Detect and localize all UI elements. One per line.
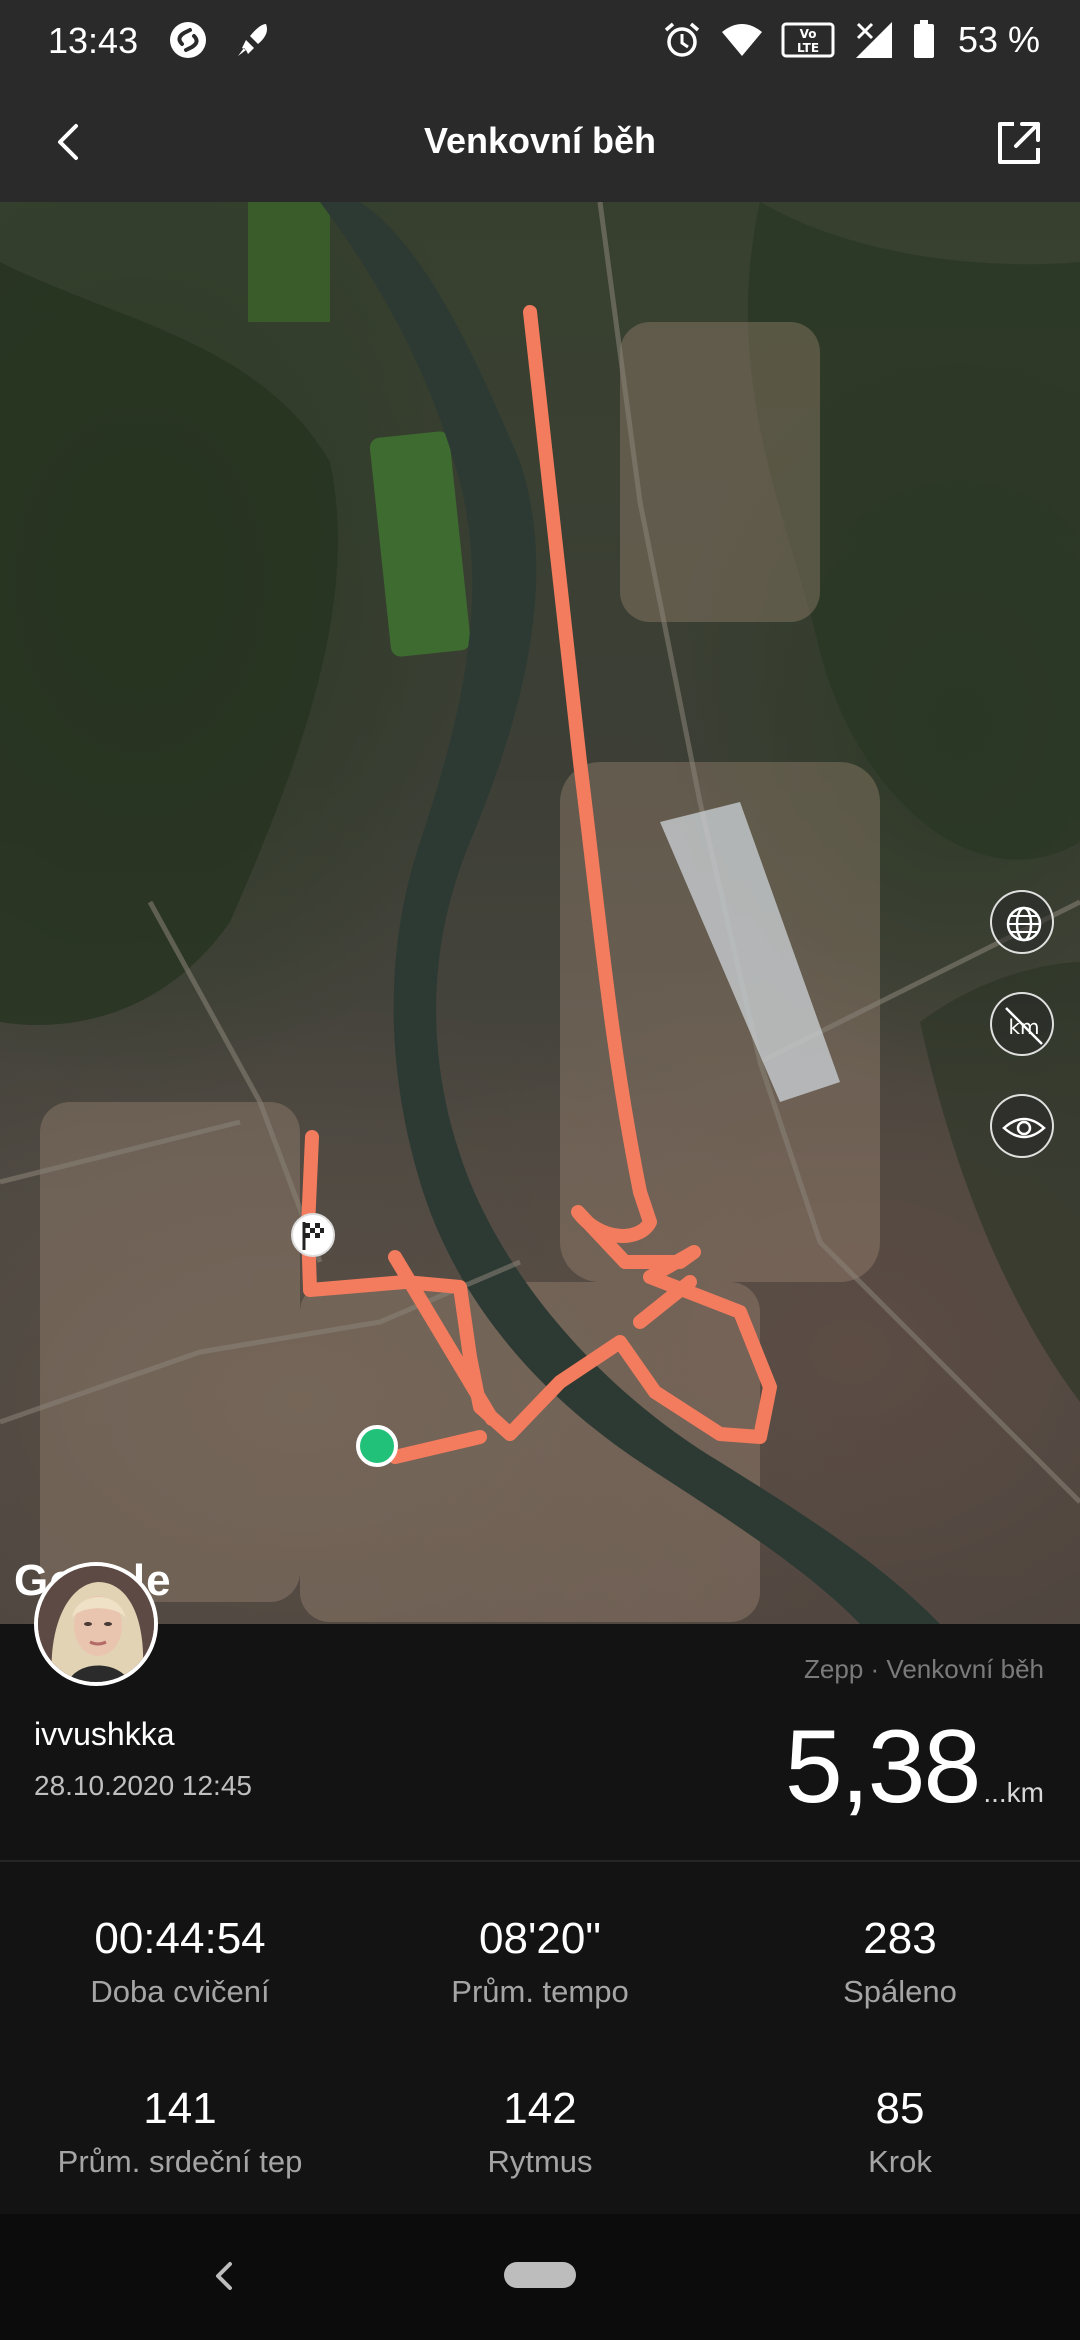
- distance-value: 5,38: [784, 1709, 981, 1825]
- stat-calories: 283 Spáleno: [720, 1914, 1080, 2010]
- stat-value: 85: [875, 2084, 925, 2133]
- rocket-icon: [238, 24, 267, 56]
- stat-avg-heart-rate: 141 Prům. srdeční tep: [0, 2084, 360, 2180]
- volte-icon: Vo LTE: [781, 22, 835, 58]
- svg-text:Vo: Vo: [800, 27, 817, 41]
- distance-unit: ...km: [983, 1777, 1044, 1808]
- share-external-icon[interactable]: [990, 116, 1046, 172]
- system-nav-bar: [0, 2214, 1080, 2340]
- map-imagery: [0, 202, 1080, 1624]
- km-off-icon: km: [1005, 1007, 1043, 1045]
- map-layer-button[interactable]: [990, 890, 1054, 954]
- status-time: 13:43: [48, 20, 139, 61]
- globe-icon: [1006, 906, 1042, 942]
- stat-label: Spáleno: [843, 1974, 957, 2009]
- wifi-icon: [721, 24, 762, 56]
- stat-value: 141: [143, 2084, 217, 2133]
- stat-duration: 00:44:54 Doba cvičení: [0, 1914, 360, 2010]
- page-title: Venkovní běh: [423, 120, 657, 161]
- svg-text:LTE: LTE: [797, 41, 819, 55]
- stat-label: Prům. tempo: [451, 1974, 629, 2009]
- battery-icon: [913, 20, 934, 58]
- stat-label: Rytmus: [487, 2144, 593, 2179]
- visibility-toggle[interactable]: [990, 1094, 1054, 1158]
- alarm-icon: [664, 22, 700, 57]
- stat-value: 142: [503, 2084, 577, 2133]
- finish-flag-icon: [291, 1213, 335, 1257]
- avatar-photo: [38, 1566, 154, 1682]
- stat-avg-pace: 08'20" Prům. tempo: [360, 1914, 720, 2010]
- km-markers-toggle[interactable]: km: [990, 992, 1054, 1056]
- stat-value: 283: [863, 1914, 937, 1963]
- status-bar: 13:43 Vo LTE 53 %: [0, 0, 1080, 84]
- stat-label: Doba cvičení: [90, 1974, 270, 2009]
- eye-icon: [1002, 1117, 1046, 1139]
- workout-source: Zepp · Venkovní běh: [804, 1654, 1044, 1684]
- stat-stride: 85 Krok: [720, 2084, 1080, 2180]
- stat-label: Prům. srdeční tep: [57, 2144, 303, 2179]
- avatar[interactable]: [34, 1562, 158, 1686]
- stat-value: 08'20": [479, 1914, 601, 1963]
- nav-home-pill[interactable]: [504, 2262, 576, 2288]
- nav-back-icon[interactable]: [204, 2254, 244, 2298]
- route-map[interactable]: km Google: [0, 202, 1080, 1624]
- start-marker: [356, 1425, 398, 1467]
- signal-icon: [855, 22, 892, 58]
- workout-summary: ivvushkka 28.10.2020 12:45 Zepp · Venkov…: [0, 1624, 1080, 1860]
- battery-percent: 53 %: [957, 19, 1040, 60]
- stat-label: Krok: [868, 2144, 932, 2179]
- stat-value: 00:44:54: [94, 1914, 266, 1963]
- stats-grid: 00:44:54 Doba cvičení 08'20" Prům. tempo…: [0, 1862, 1080, 2214]
- distance-display: 5,38 ...km: [785, 1708, 1044, 1827]
- shazam-icon: [170, 22, 206, 58]
- workout-datetime: 28.10.2020 12:45: [34, 1770, 252, 1801]
- stat-cadence: 142 Rytmus: [360, 2084, 720, 2180]
- username: ivvushkka: [34, 1716, 175, 1752]
- app-bar: Venkovní běh: [0, 84, 1080, 202]
